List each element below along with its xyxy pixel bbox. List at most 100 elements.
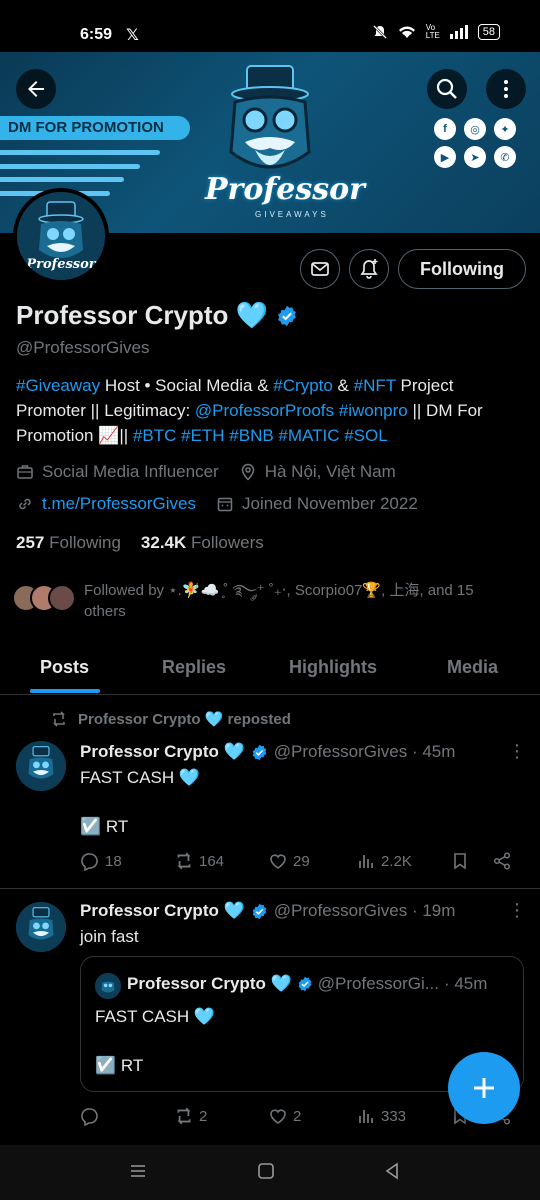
meta-row-1: Social Media Influencer Hà Nội, Việt Nam bbox=[16, 462, 396, 482]
quoted-author-handle: @ProfessorGi... bbox=[317, 974, 439, 993]
followed-by-section[interactable]: Followed by ⋆.🧚☁️ ̥˚ ࿐༘⁺ ˚₊‧, Scorpio07🏆… bbox=[12, 580, 512, 622]
view-count: 333 bbox=[381, 1107, 407, 1125]
wifi-icon bbox=[398, 26, 415, 38]
status-bar: 6:59 𝕏 Vo LTE 58 bbox=[0, 0, 540, 52]
like-action[interactable]: 2 bbox=[268, 1106, 301, 1126]
back-icon[interactable] bbox=[382, 1161, 402, 1181]
verified-badge-icon[interactable] bbox=[276, 305, 298, 327]
quoted-post-text: ☑️ RT bbox=[95, 1056, 144, 1075]
recents-icon[interactable] bbox=[128, 1161, 148, 1181]
views-action[interactable]: 2.2K bbox=[356, 851, 412, 871]
like-count: 2 bbox=[293, 1107, 302, 1125]
post-author-handle: @ProfessorGives · 19m bbox=[273, 901, 456, 920]
profile-website-link[interactable]: t.me/ProfessorGives bbox=[42, 494, 196, 514]
mute-icon bbox=[372, 25, 387, 39]
facebook-icon: f bbox=[434, 118, 456, 140]
professor-mascot-icon bbox=[229, 65, 311, 169]
compose-post-button[interactable] bbox=[448, 1052, 520, 1124]
x-app-icon: 𝕏 bbox=[126, 27, 139, 44]
quoted-post-avatar bbox=[95, 973, 121, 999]
tab-highlights[interactable]: Highlights bbox=[289, 657, 377, 678]
share-action[interactable] bbox=[492, 851, 512, 871]
heart-icon bbox=[270, 1109, 286, 1124]
status-icons: Vo LTE 58 bbox=[372, 24, 500, 40]
repost-label: Professor Crypto 🩵 reposted bbox=[78, 711, 291, 728]
profile-name: Professor Crypto 🩵 bbox=[16, 300, 298, 331]
post-more-icon[interactable]: ⋮ bbox=[508, 900, 526, 921]
post-avatar[interactable] bbox=[16, 741, 66, 791]
post-more-icon[interactable]: ⋮ bbox=[508, 741, 526, 762]
profile-category: Social Media Influencer bbox=[42, 462, 219, 481]
bookmark-action[interactable] bbox=[450, 851, 470, 871]
profile-bio: #Giveaway Host • Social Media & #Crypto … bbox=[16, 373, 516, 448]
hashtag-link[interactable]: #iwonpro bbox=[339, 401, 408, 420]
like-action[interactable]: 29 bbox=[268, 851, 310, 871]
repost-icon bbox=[177, 1107, 191, 1125]
reply-action[interactable]: 18 bbox=[80, 851, 122, 871]
mention-link[interactable]: @ProfessorProofs bbox=[195, 401, 334, 420]
post-author-name[interactable]: Professor Crypto 🩵 bbox=[80, 742, 245, 762]
profile-handle: @ProfessorGives bbox=[16, 338, 150, 357]
profile-avatar[interactable]: Professor bbox=[13, 188, 109, 284]
location-pin-icon bbox=[241, 463, 254, 481]
verified-badge-icon bbox=[298, 976, 312, 992]
like-count: 29 bbox=[293, 852, 310, 870]
tab-posts[interactable]: Posts bbox=[40, 657, 89, 678]
profile-location: Hà Nội, Việt Nam bbox=[264, 462, 396, 481]
battery-indicator: 58 bbox=[477, 24, 500, 40]
post-actions: 2 2 333 bbox=[80, 1106, 520, 1130]
status-time: 6:59 bbox=[80, 26, 113, 43]
reply-icon bbox=[81, 853, 98, 871]
repost-action[interactable]: 2 bbox=[174, 1106, 207, 1126]
briefcase-icon bbox=[17, 465, 33, 479]
repost-indicator: Professor Crypto 🩵 reposted bbox=[50, 710, 291, 728]
followers-count-link[interactable]: 32.4K Followers bbox=[141, 533, 264, 553]
hashtag-link[interactable]: #Giveaway bbox=[16, 376, 100, 395]
message-button[interactable] bbox=[300, 249, 340, 289]
svg-text:Professor: Professor bbox=[25, 257, 96, 272]
followers-count-label: Followers bbox=[191, 533, 264, 552]
following-count-link[interactable]: 257 Following bbox=[16, 533, 121, 553]
post-avatar[interactable] bbox=[16, 902, 66, 952]
bookmark-icon bbox=[454, 853, 466, 870]
repost-count: 2 bbox=[199, 1107, 208, 1125]
repost-action[interactable]: 164 bbox=[174, 851, 224, 871]
arrow-left-icon bbox=[28, 81, 44, 97]
post-author-name[interactable]: Professor Crypto 🩵 bbox=[80, 901, 245, 921]
followed-by-avatars bbox=[12, 584, 76, 622]
tab-media[interactable]: Media bbox=[447, 657, 498, 678]
views-action[interactable]: 333 bbox=[356, 1106, 406, 1126]
reply-action[interactable] bbox=[80, 1106, 105, 1126]
following-button[interactable]: Following bbox=[398, 249, 526, 289]
views-chart-icon bbox=[359, 855, 373, 868]
professor-avatar-icon: Professor bbox=[17, 192, 105, 280]
search-icon bbox=[436, 78, 457, 99]
post-author-handle: @ProfessorGives · 45m bbox=[273, 742, 456, 761]
search-button[interactable] bbox=[427, 69, 467, 109]
notifications-button[interactable] bbox=[349, 249, 389, 289]
quoted-post-text: FAST CASH 🩵 bbox=[95, 1007, 216, 1026]
views-chart-icon bbox=[359, 1110, 373, 1123]
plus-icon bbox=[474, 1078, 494, 1098]
more-options-button[interactable] bbox=[486, 69, 526, 109]
repost-icon bbox=[53, 711, 65, 727]
post-divider bbox=[0, 888, 540, 889]
reply-icon bbox=[81, 1108, 98, 1126]
signal-icon bbox=[449, 25, 468, 39]
hashtag-link[interactable]: #NFT bbox=[354, 376, 396, 395]
post-text: ☑️ RT bbox=[80, 817, 129, 836]
post-header: Professor Crypto 🩵 @ProfessorGives · 45m bbox=[80, 742, 455, 762]
avatar bbox=[48, 584, 76, 612]
youtube-icon: ▶ bbox=[434, 146, 456, 168]
back-button[interactable] bbox=[16, 69, 56, 109]
professor-avatar-icon bbox=[16, 902, 66, 952]
giveaways-logo: GIVEAWAYS bbox=[255, 210, 329, 219]
hashtag-link[interactable]: #Crypto bbox=[273, 376, 333, 395]
heart-icon bbox=[270, 854, 286, 869]
hashtag-links[interactable]: #BTC #ETH #BNB #MATIC #SOL bbox=[133, 426, 388, 445]
home-icon[interactable] bbox=[256, 1161, 276, 1181]
mail-icon bbox=[311, 262, 329, 276]
tab-replies[interactable]: Replies bbox=[162, 657, 226, 678]
professor-avatar-icon bbox=[95, 973, 121, 999]
followed-by-text: Followed by ⋆.🧚☁️ ̥˚ ࿐༘⁺ ˚₊‧, Scorpio07🏆… bbox=[84, 582, 474, 620]
